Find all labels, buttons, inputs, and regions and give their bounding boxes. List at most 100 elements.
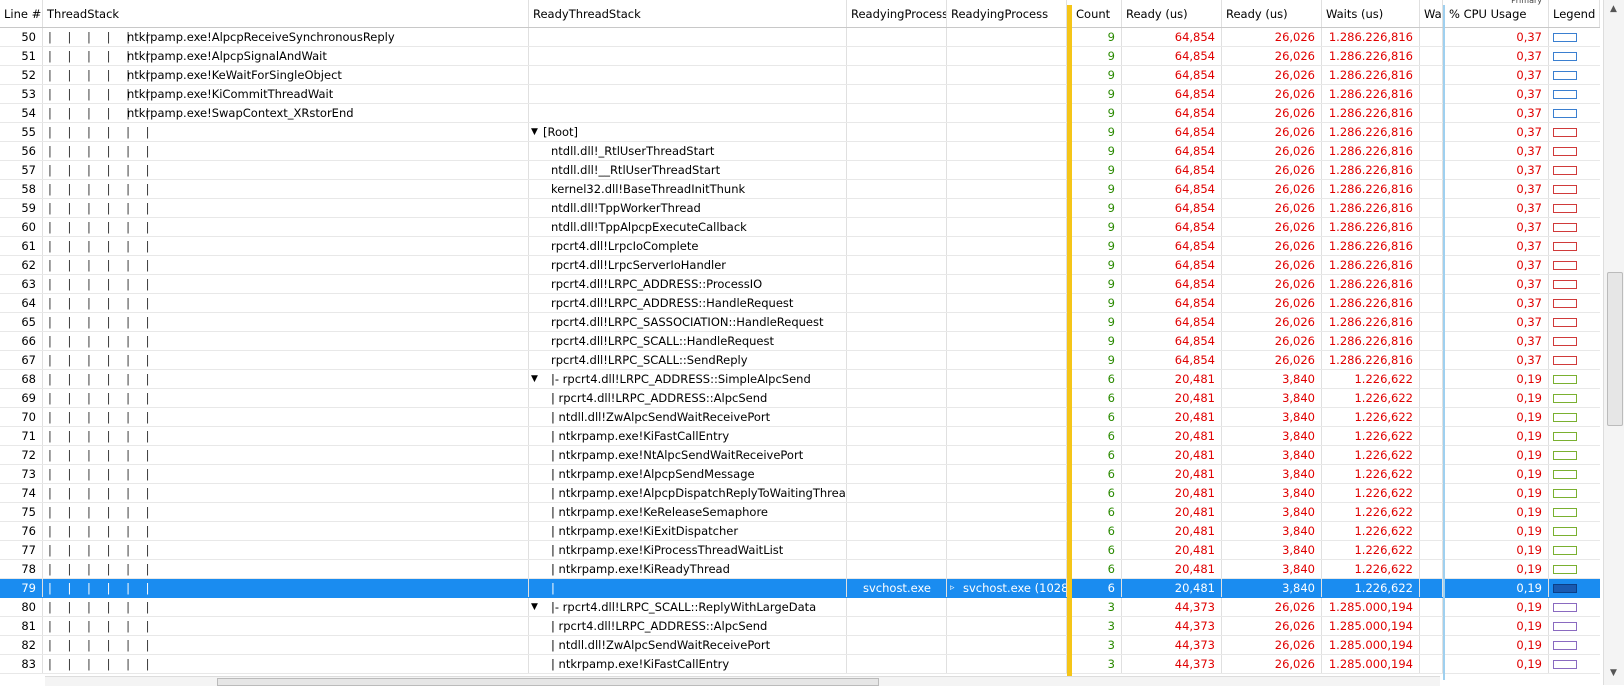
scroll-down-arrow-icon[interactable]: ▼ xyxy=(1610,668,1617,678)
column-header-ready-us-1[interactable]: Ready (us) xyxy=(1122,0,1222,27)
column-header-legend[interactable]: Legend xyxy=(1549,0,1600,27)
thread-stack-cell: | | | | | | xyxy=(43,256,529,274)
wai-cell xyxy=(1420,294,1443,312)
ready-thread-stack-frame: rpcrt4.dll!LRPC_SCALL::HandleRequest xyxy=(551,334,774,348)
ready-thread-stack-cell: kernel32.dll!BaseThreadInitThunk xyxy=(529,180,847,198)
column-header-ready-us-2[interactable]: Ready (us) xyxy=(1222,0,1322,27)
table-row[interactable]: 62 | | | | | | rpcrt4.dll!LrpcServerIoHand… xyxy=(0,256,1600,275)
ready-us-2-cell: 26,026 xyxy=(1222,598,1322,616)
cpu-usage-cell: 0,37 xyxy=(1445,199,1549,217)
table-row[interactable]: 74 | | | | | | | ntkrpamp.exe!AlpcpDispatc… xyxy=(0,484,1600,503)
expand-triangle-icon[interactable]: ▼ xyxy=(531,370,538,388)
waits-us-cell: 1.226,622 xyxy=(1322,579,1420,597)
column-header-readying-process[interactable]: ReadyingProcess xyxy=(947,0,1067,27)
count-cell: 6 xyxy=(1072,465,1122,483)
ready-us-2-cell: 26,026 xyxy=(1222,256,1322,274)
tree-guides: | | | | | | xyxy=(48,467,156,481)
expand-triangle-icon[interactable]: ▼ xyxy=(531,123,538,141)
ready-thread-stack-cell xyxy=(529,28,847,46)
line-number: 65 xyxy=(0,313,43,331)
readying-process-short-cell xyxy=(847,370,947,388)
table-row[interactable]: 79 | | | | | | | svchost.exe ▹ svchost.exe (1… xyxy=(0,579,1600,598)
table-row[interactable]: 73 | | | | | | | ntkrpamp.exe!AlpcpSendMes… xyxy=(0,465,1600,484)
count-cell: 9 xyxy=(1072,180,1122,198)
thread-stack-cell: | | | | | | xyxy=(43,275,529,293)
table-row[interactable]: 56 | | | | | | ntdll.dll!_RtlUserThreadSta… xyxy=(0,142,1600,161)
ready-thread-stack-frame: | ntkrpamp.exe!KiReadyThread xyxy=(551,562,730,576)
column-header-cpu-usage[interactable]: % CPU Usage Primary xyxy=(1445,0,1549,27)
column-header-waits-us[interactable]: Waits (us) xyxy=(1322,0,1420,27)
vertical-scroll-thumb[interactable] xyxy=(1607,272,1623,426)
table-row[interactable]: 72 | | | | | | | ntkrpamp.exe!NtAlpcSendWa… xyxy=(0,446,1600,465)
table-row[interactable]: 58 | | | | | | kernel32.dll!BaseThreadInit… xyxy=(0,180,1600,199)
line-number: 53 xyxy=(0,85,43,103)
ready-us-2-cell: 26,026 xyxy=(1222,218,1322,236)
column-header-ready-thread-stack[interactable]: ReadyThreadStack xyxy=(529,0,847,27)
tree-guides: | | | | | | xyxy=(48,315,156,329)
line-number: 58 xyxy=(0,180,43,198)
legend-cell xyxy=(1549,85,1600,103)
table-row[interactable]: 71 | | | | | | | ntkrpamp.exe!KiFastCallEn… xyxy=(0,427,1600,446)
wai-cell xyxy=(1420,142,1443,160)
table-row[interactable]: 82 | | | | | | | ntdll.dll!ZwAlpcSendWaitR… xyxy=(0,636,1600,655)
scroll-up-arrow-icon[interactable]: ▲ xyxy=(1610,4,1617,14)
ready-us-2-cell: 3,840 xyxy=(1222,408,1322,426)
legend-swatch xyxy=(1553,394,1577,403)
readying-process-short-cell xyxy=(847,617,947,635)
column-header-readying-process-short[interactable]: ReadyingProcess... xyxy=(847,0,947,27)
legend-cell xyxy=(1549,237,1600,255)
table-row[interactable]: 59 | | | | | | ntdll.dll!TppWorkerThread 9 6… xyxy=(0,199,1600,218)
ready-thread-stack-frame: | ntkrpamp.exe!AlpcpSendMessage xyxy=(551,467,755,481)
table-row[interactable]: 80 | | | | | | ▼ |- rpcrt4.dll!LRPC_SCALL::… xyxy=(0,598,1600,617)
table-row[interactable]: 70 | | | | | | | ntdll.dll!ZwAlpcSendWaitR… xyxy=(0,408,1600,427)
column-header-wai[interactable]: Wai xyxy=(1420,0,1443,27)
thread-stack-cell: | | | | | | ntkrpamp.exe!AlpcpSignalAndWa… xyxy=(43,47,529,65)
table-row[interactable]: 66 | | | | | | rpcrt4.dll!LRPC_SCALL::Hand… xyxy=(0,332,1600,351)
table-row[interactable]: 83 | | | | | | | ntkrpamp.exe!KiFastCallEn… xyxy=(0,655,1600,674)
column-header-thread-stack[interactable]: ThreadStack xyxy=(43,0,529,27)
thread-stack-cell: | | | | | | xyxy=(43,161,529,179)
table-row[interactable]: 53 | | | | | | ntkrpamp.exe!KiCommitThread… xyxy=(0,85,1600,104)
tree-guides: | | | | | | xyxy=(48,600,156,614)
tree-guides: | | | | | | xyxy=(48,638,156,652)
waits-us-cell: 1.226,622 xyxy=(1322,503,1420,521)
table-row[interactable]: 65 | | | | | | rpcrt4.dll!LRPC_SASSOCIATIO… xyxy=(0,313,1600,332)
column-header-line[interactable]: Line # xyxy=(0,0,43,27)
table-row[interactable]: 76 | | | | | | | ntkrpamp.exe!KiExitDispat… xyxy=(0,522,1600,541)
legend-cell xyxy=(1549,579,1600,597)
table-row[interactable]: 63 | | | | | | rpcrt4.dll!LRPC_ADDRESS::Pr… xyxy=(0,275,1600,294)
table-row[interactable]: 55 | | | | | | ▼ [Root] 9 64,854 26,026 1.286.2… xyxy=(0,123,1600,142)
ready-thread-stack-cell: ▼ |- rpcrt4.dll!LRPC_SCALL::ReplyWithLarg… xyxy=(529,598,847,616)
expand-triangle-icon[interactable]: ▼ xyxy=(531,598,538,616)
wai-cell xyxy=(1420,332,1443,350)
table-row[interactable]: 64 | | | | | | rpcrt4.dll!LRPC_ADDRESS::Ha… xyxy=(0,294,1600,313)
table-row[interactable]: 81 | | | | | | | rpcrt4.dll!LRPC_ADDRESS::… xyxy=(0,617,1600,636)
table-row[interactable]: 54 | | | | | | ntkrpamp.exe!SwapContext_XR… xyxy=(0,104,1600,123)
readying-process-short-cell xyxy=(847,636,947,654)
table-row[interactable]: 68 | | | | | | ▼ |- rpcrt4.dll!LRPC_ADDRESS… xyxy=(0,370,1600,389)
table-row[interactable]: 75 | | | | | | | ntkrpamp.exe!KeReleaseSem… xyxy=(0,503,1600,522)
table-row[interactable]: 52 | | | | | | ntkrpamp.exe!KeWaitForSingl… xyxy=(0,66,1600,85)
table-row[interactable]: 78 | | | | | | | ntkrpamp.exe!KiReadyThrea… xyxy=(0,560,1600,579)
ready-thread-stack-cell: | ntkrpamp.exe!KiReadyThread xyxy=(529,560,847,578)
table-row[interactable]: 51 | | | | | | ntkrpamp.exe!AlpcpSignalAnd… xyxy=(0,47,1600,66)
line-number: 79 xyxy=(0,579,43,597)
legend-swatch xyxy=(1553,318,1577,327)
legend-cell xyxy=(1549,484,1600,502)
table-row[interactable]: 67 | | | | | | rpcrt4.dll!LRPC_SCALL::Send… xyxy=(0,351,1600,370)
waits-us-cell: 1.285.000,194 xyxy=(1322,598,1420,616)
expand-arrow-icon[interactable]: ▹ xyxy=(950,579,955,597)
ready-thread-stack-frame: ntdll.dll!_RtlUserThreadStart xyxy=(551,144,715,158)
table-row[interactable]: 50 | | | | | | ntkrpamp.exe!AlpcpReceiveSy… xyxy=(0,28,1600,47)
table-row[interactable]: 57 | | | | | | ntdll.dll!__RtlUserThreadSt… xyxy=(0,161,1600,180)
column-header-count[interactable]: Count xyxy=(1072,0,1122,27)
table-row[interactable]: 77 | | | | | | | ntkrpamp.exe!KiProcessThr… xyxy=(0,541,1600,560)
readying-process-cell xyxy=(947,123,1067,141)
line-number: 67 xyxy=(0,351,43,369)
table-row[interactable]: 60 | | | | | | ntdll.dll!TppAlpcpExecuteCa… xyxy=(0,218,1600,237)
legend-swatch xyxy=(1553,71,1577,80)
legend-cell xyxy=(1549,408,1600,426)
vertical-scrollbar[interactable]: ▲ ▼ xyxy=(1603,0,1624,685)
table-row[interactable]: 69 | | | | | | | rpcrt4.dll!LRPC_ADDRESS::… xyxy=(0,389,1600,408)
table-row[interactable]: 61 | | | | | | rpcrt4.dll!LrpcIoComplete 9 6… xyxy=(0,237,1600,256)
